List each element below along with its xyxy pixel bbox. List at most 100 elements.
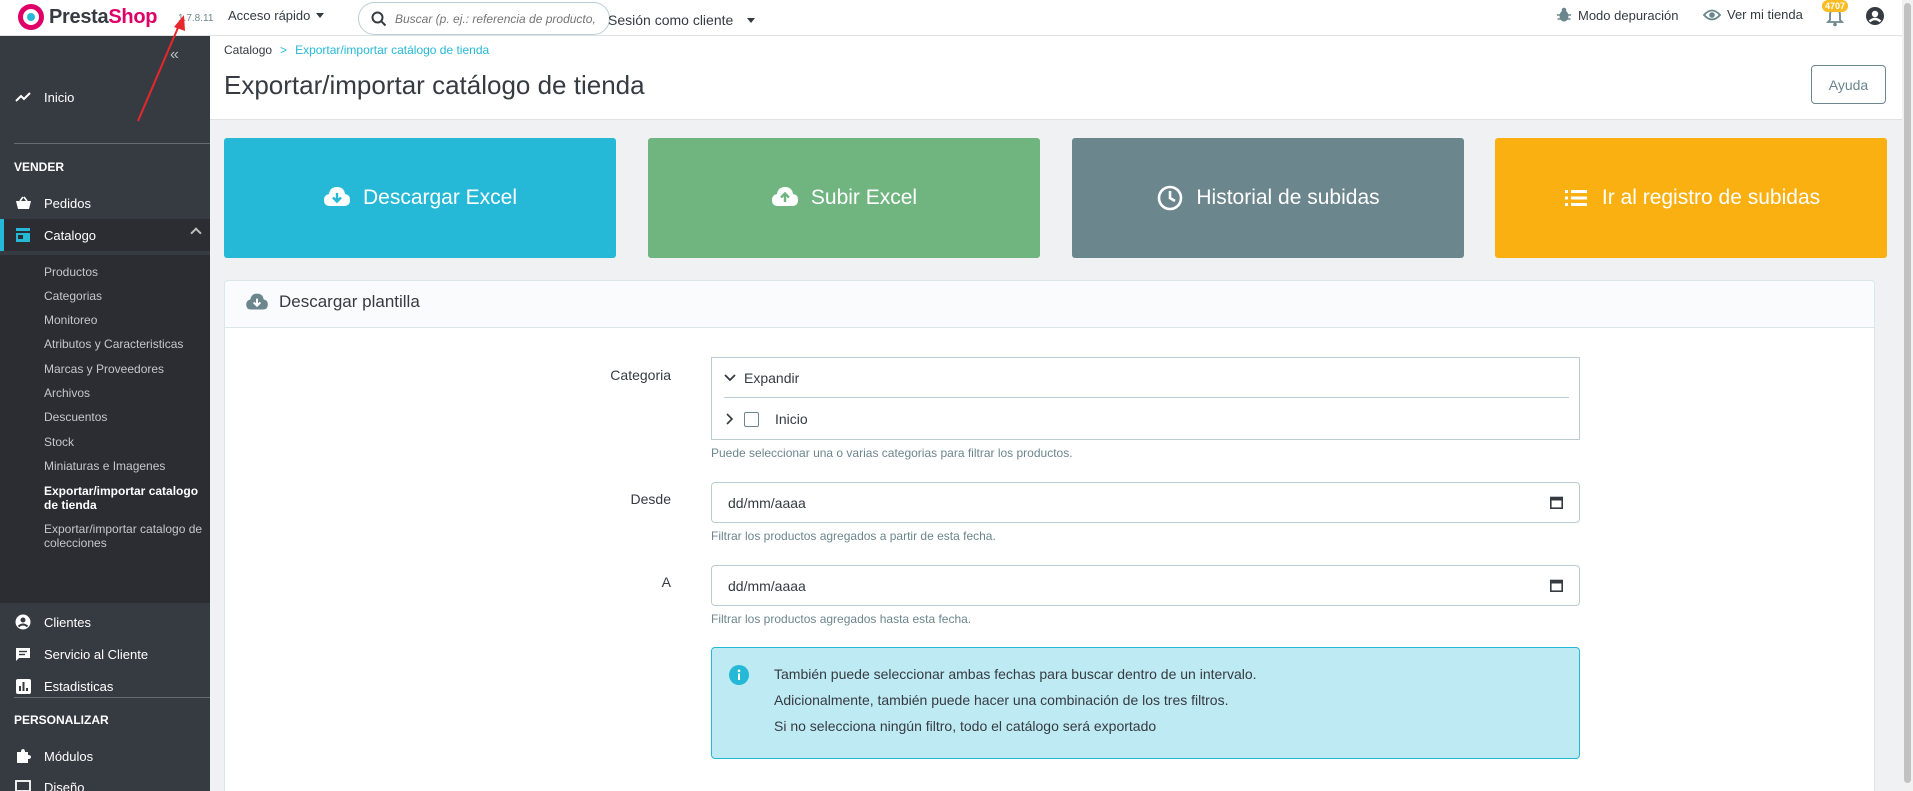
sidebar-item-label: Clientes: [44, 614, 91, 630]
red-arrow-annotation: [137, 15, 185, 122]
sidebar-item-label: Servicio al Cliente: [44, 646, 149, 662]
panel-title: Descargar plantilla: [279, 292, 420, 311]
scrollbar-thumb[interactable]: [1904, 3, 1911, 783]
view-store-link[interactable]: Ver mi tienda: [1703, 7, 1803, 22]
submenu-item-descuentos[interactable]: Descuentos: [44, 410, 210, 424]
breadcrumb: Catalogo > Exportar/importar catálogo de…: [224, 43, 489, 57]
bar-chart-icon: [14, 677, 32, 695]
cloud-upload-icon: [771, 187, 798, 206]
calendar-icon[interactable]: [1550, 579, 1563, 592]
upload-history-button[interactable]: Historial de subidas: [1072, 138, 1464, 258]
sidebar-item-catalogo[interactable]: Catalogo: [0, 219, 210, 251]
sidebar-item-label: Estadisticas: [44, 678, 114, 694]
chevron-down-icon: [724, 373, 736, 381]
sidebar-item-modulos[interactable]: Módulos: [0, 740, 210, 772]
sidebar-item-label: Pedidos: [44, 195, 91, 211]
cloud-download-icon: [246, 293, 268, 310]
store-icon: [14, 226, 32, 244]
panel-title-row: Descargar plantilla: [245, 292, 420, 312]
account-circle-icon: [1866, 7, 1884, 25]
page-header: Catalogo > Exportar/importar catálogo de…: [210, 36, 1902, 120]
eye-icon: [1703, 9, 1721, 20]
sidebar-item-pedidos[interactable]: Pedidos: [0, 187, 210, 219]
category-tree: Expandir Inicio: [711, 357, 1580, 440]
expand-label: Expandir: [744, 369, 800, 386]
search-bar[interactable]: [358, 2, 610, 35]
list-icon: [1564, 190, 1587, 206]
top-bar: PrestaShop 1.7.8.11 Acceso rápido Sesión…: [0, 0, 1902, 36]
upload-log-label: Ir al registro de subidas: [1601, 186, 1821, 209]
category-label: Categoria: [610, 367, 671, 383]
submenu-item-archivos[interactable]: Archivos: [44, 386, 210, 400]
submenu-item-miniaturas[interactable]: Miniaturas e Imagenes: [44, 459, 210, 473]
to-date-input[interactable]: dd/mm/aaaa: [711, 565, 1580, 606]
chevron-up-icon: [190, 227, 202, 239]
chevron-right-icon[interactable]: [726, 413, 734, 425]
submenu-item-monitoreo[interactable]: Monitoreo: [44, 313, 210, 327]
submenu-item-productos[interactable]: Productos: [44, 265, 210, 279]
submenu-item-export-import-colecciones[interactable]: Exportar/importar catalogo de coleccione…: [44, 522, 210, 550]
category-help-text: Puede seleccionar una o varias categoria…: [711, 446, 1073, 460]
expand-all-button[interactable]: Expandir: [724, 358, 1569, 398]
logo-text-presta: Presta: [49, 5, 109, 28]
download-excel-label: Descargar Excel: [362, 186, 518, 209]
to-date-value: dd/mm/aaaa: [728, 577, 806, 594]
to-date-help-text: Filtrar los productos agregados hasta es…: [711, 612, 972, 626]
submenu-item-atributos[interactable]: Atributos y Caracteristicas: [44, 337, 210, 351]
sidebar-item-label: Catalogo: [44, 227, 97, 243]
sidebar-section-personalizar: PERSONALIZAR: [14, 713, 109, 727]
info-line-1: También puede seleccionar ambas fechas p…: [774, 666, 1257, 682]
clock-icon: [1158, 185, 1183, 211]
quick-access-label: Acceso rápido: [228, 8, 311, 23]
submenu-item-stock[interactable]: Stock: [44, 435, 210, 449]
monitor-icon: [14, 778, 32, 791]
info-alert: También puede seleccionar ambas fechas p…: [711, 647, 1580, 759]
calendar-icon[interactable]: [1550, 496, 1563, 509]
from-date-value: dd/mm/aaaa: [728, 494, 806, 511]
sidebar-item-clientes[interactable]: Clientes: [0, 606, 210, 638]
submenu-item-marcas[interactable]: Marcas y Proveedores: [44, 362, 210, 376]
breadcrumb-separator: >: [280, 43, 288, 57]
upload-log-button[interactable]: Ir al registro de subidas: [1495, 138, 1887, 258]
sidebar-item-label: Inicio: [44, 89, 75, 105]
catalog-submenu: Productos Categorias Monitoreo Atributos…: [0, 255, 210, 603]
trending-up-icon: [14, 88, 32, 106]
sidebar-section-vender: VENDER: [14, 160, 65, 174]
submenu-item-export-import-tienda[interactable]: Exportar/importar catalogo de tienda: [44, 484, 210, 512]
breadcrumb-current-link[interactable]: Exportar/importar catálogo de tienda: [295, 43, 489, 57]
from-date-input[interactable]: dd/mm/aaaa: [711, 482, 1580, 523]
from-date-label: Desde: [630, 491, 671, 507]
upload-history-label: Historial de subidas: [1196, 186, 1380, 209]
puzzle-icon: [14, 747, 32, 765]
download-excel-button[interactable]: Descargar Excel: [224, 138, 616, 258]
notifications-badge: 4707: [1822, 0, 1849, 12]
customer-session-menu[interactable]: Sesión como cliente: [608, 12, 756, 28]
bug-icon: [1557, 7, 1571, 22]
debug-mode-label: Modo depuración: [1578, 7, 1679, 23]
category-checkbox-inicio[interactable]: [744, 411, 759, 427]
sidebar-divider: [14, 697, 210, 698]
info-icon: [729, 665, 749, 685]
sidebar-divider: [14, 143, 210, 144]
quick-access-menu[interactable]: Acceso rápido: [228, 8, 325, 23]
sidebar-item-label: Diseño: [44, 779, 85, 791]
upload-excel-button[interactable]: Subir Excel: [648, 138, 1040, 258]
session-label: Sesión como cliente: [608, 12, 734, 28]
sidebar-item-diseno[interactable]: Diseño: [0, 771, 210, 791]
tree-item-inicio: Inicio: [726, 400, 808, 438]
debug-mode-link[interactable]: Modo depuración: [1556, 7, 1678, 23]
search-input[interactable]: [395, 11, 600, 26]
upload-excel-label: Subir Excel: [810, 186, 918, 209]
search-icon: [371, 11, 387, 26]
to-date-label: A: [661, 574, 671, 590]
help-button[interactable]: Ayuda: [1811, 65, 1886, 104]
info-line-3: Si no selecciona ningún filtro, todo el …: [774, 718, 1157, 734]
submenu-item-categorias[interactable]: Categorias: [44, 289, 210, 303]
tree-item-label: Inicio: [775, 411, 808, 427]
sidebar-item-servicio-cliente[interactable]: Servicio al Cliente: [0, 638, 210, 670]
breadcrumb-root-link[interactable]: Catalogo: [224, 43, 272, 57]
prestashop-logo-icon: [18, 4, 44, 30]
shopping-basket-icon: [14, 194, 32, 212]
employee-account-button[interactable]: [1865, 6, 1885, 31]
chat-icon: [14, 645, 32, 663]
